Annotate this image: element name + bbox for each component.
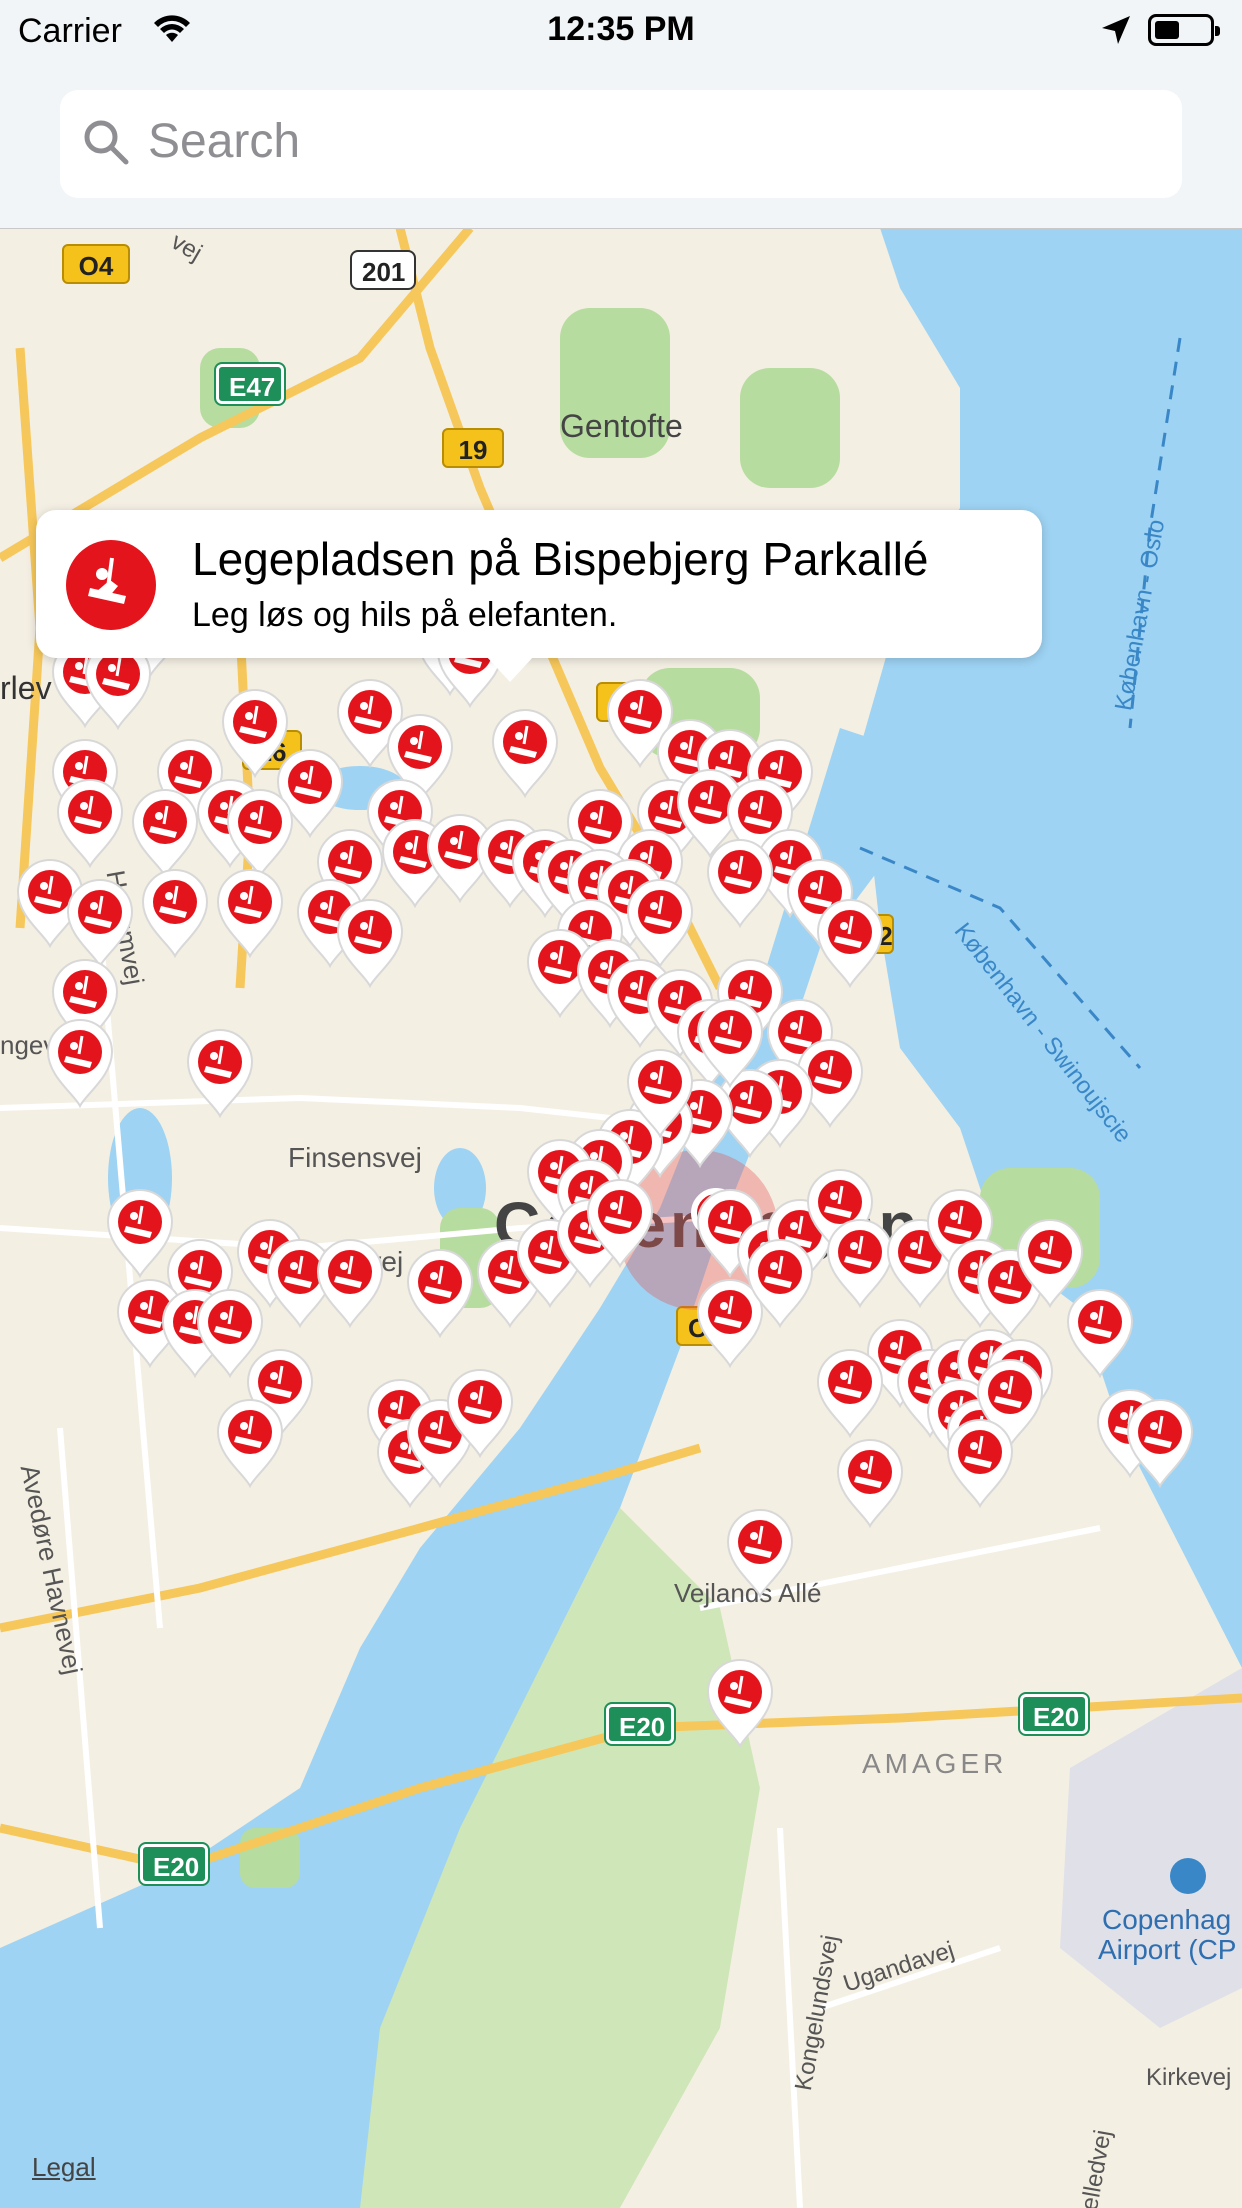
road-shield-201: 201 — [350, 250, 416, 290]
callout-subtitle: Leg løs og hils på elefanten. — [192, 596, 618, 634]
playground-pin[interactable] — [64, 876, 136, 968]
playground-pin[interactable] — [814, 1346, 886, 1438]
playground-pin[interactable] — [814, 896, 886, 988]
road-shield-19a: 19 — [442, 428, 504, 468]
battery-icon — [1148, 14, 1220, 46]
street-label-finsensvej: Finsensvej — [288, 1142, 422, 1173]
playground-pin[interactable] — [44, 1016, 116, 1108]
status-bar: Carrier 12:35 PM — [0, 0, 1242, 62]
place-label-gentofte: Gentofte — [560, 408, 683, 444]
playground-swing-icon — [66, 540, 156, 630]
road-shield-e20c: E20 — [138, 1842, 210, 1886]
place-label-airport-1: Copenhag — [1102, 1904, 1232, 1935]
playground-pin[interactable] — [944, 1416, 1016, 1508]
callout-title: Legepladsen på Bispebjerg Parkallé — [192, 533, 929, 585]
playground-pin[interactable] — [444, 1366, 516, 1458]
street-label-kirkevej: Kirkevej — [1146, 2064, 1232, 2091]
playground-pin[interactable] — [724, 1506, 796, 1598]
playground-pin[interactable] — [694, 996, 766, 1088]
location-arrow-icon — [1100, 14, 1132, 51]
playground-pin[interactable] — [139, 866, 211, 958]
playground-pin[interactable] — [184, 1026, 256, 1118]
map-view[interactable]: Gentofte rlev Husumvej ngevej Finsensvej… — [0, 228, 1242, 2208]
playground-pin[interactable] — [224, 786, 296, 878]
playground-pin[interactable] — [314, 1236, 386, 1328]
road-shield-e47: E47 — [214, 362, 286, 406]
playground-pin[interactable] — [489, 706, 561, 798]
playground-pin[interactable] — [744, 1236, 816, 1328]
road-shield-e20a: E20 — [604, 1702, 676, 1746]
playground-pin[interactable] — [704, 1656, 776, 1748]
place-label-amager: AMAGER — [862, 1748, 1008, 1779]
search-placeholder: Search — [148, 115, 301, 168]
playground-pin[interactable] — [834, 1436, 906, 1528]
airport-icon — [1170, 1858, 1206, 1894]
playground-pin[interactable] — [624, 1046, 696, 1138]
playground-pin[interactable] — [704, 836, 776, 928]
playground-pin[interactable] — [584, 1176, 656, 1268]
legal-link[interactable]: Legal — [32, 2152, 96, 2183]
playground-pin[interactable] — [214, 1396, 286, 1488]
playground-pin[interactable] — [1124, 1396, 1196, 1488]
callout-tail — [486, 656, 534, 682]
clock: 12:35 PM — [547, 10, 695, 48]
road-shield-e20b: E20 — [1018, 1692, 1090, 1736]
road-shield-o4: O4 — [62, 244, 130, 284]
playground-pin[interactable] — [214, 866, 286, 958]
place-label-herlev: rlev — [0, 670, 52, 706]
playground-pin[interactable] — [54, 776, 126, 868]
playground-pin[interactable] — [404, 1246, 476, 1338]
search-input[interactable]: Search — [60, 90, 1182, 198]
search-bar: Search — [0, 62, 1242, 229]
playground-pin[interactable] — [334, 896, 406, 988]
place-label-airport-2: Airport (CP — [1098, 1934, 1237, 1965]
search-icon — [82, 118, 130, 171]
pin-callout[interactable]: Legepladsen på Bispebjerg Parkallé Leg l… — [36, 510, 1042, 682]
playground-pin[interactable] — [1064, 1286, 1136, 1378]
playground-pin[interactable] — [129, 786, 201, 878]
